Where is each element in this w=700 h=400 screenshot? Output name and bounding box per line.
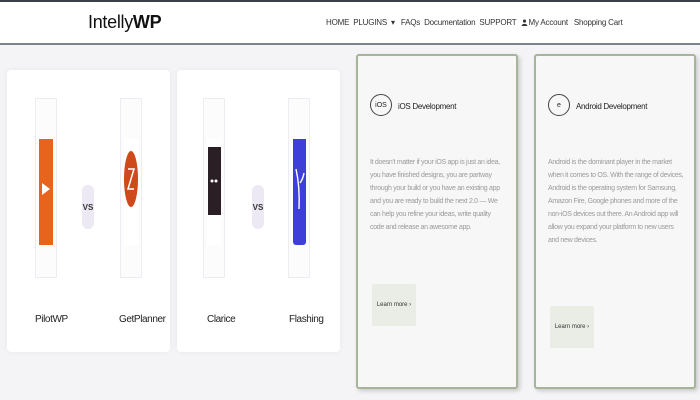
nav-plugins-label: PLUGINS	[353, 18, 387, 27]
plugin-name-left[interactable]: Clarice	[207, 314, 236, 325]
learn-more-button[interactable]: Learn more ›	[550, 306, 594, 348]
service-title: iOS Development	[398, 102, 457, 111]
nav-support[interactable]: SUPPORT	[479, 18, 516, 27]
comparison-card-1[interactable]: VS PilotWP GetPlanner	[7, 70, 170, 352]
flashing-logo	[292, 133, 306, 245]
android-icon: e	[548, 94, 570, 116]
plugin-name-right[interactable]: GetPlanner	[119, 314, 166, 325]
top-navigation-bar: IntellyWP HOME PLUGINS ▾ FAQs Documentat…	[0, 0, 700, 45]
logo-suffix: WP	[132, 12, 162, 32]
service-description: It doesn't matter if your iOS app is jus…	[370, 159, 500, 231]
plugin-name-left[interactable]: PilotWP	[35, 314, 68, 325]
nav-plugins[interactable]: PLUGINS ▾	[353, 18, 397, 27]
plugin-name-right[interactable]: Flashing	[289, 314, 324, 325]
nav-my-account[interactable]: My Account	[521, 18, 570, 27]
vs-badge: VS	[252, 185, 264, 229]
service-card-ios: iOS iOS Development It doesn't matter if…	[356, 54, 518, 389]
plugin-logo-frame	[203, 98, 225, 278]
getplanner-logo	[124, 139, 138, 245]
nav-home[interactable]: HOME	[326, 18, 349, 27]
service-card-android: e Android Development Android is the dom…	[534, 54, 696, 389]
nav-faqs[interactable]: FAQs	[401, 18, 420, 27]
service-title: Android Development	[576, 102, 648, 111]
nav-shopping-cart[interactable]: Shopping Cart	[574, 18, 623, 27]
plugin-logo-frame	[288, 98, 310, 278]
main-menu: HOME PLUGINS ▾ FAQs Documentation SUPPOR…	[326, 18, 624, 27]
clarice-logo	[207, 139, 221, 245]
plugin-logo-frame	[120, 98, 142, 278]
ios-icon: iOS	[370, 94, 392, 116]
user-icon	[521, 19, 527, 26]
intellywp-logo[interactable]: IntellyWP	[88, 12, 162, 33]
chevron-down-icon: ▾	[391, 18, 395, 27]
pilotwp-logo	[39, 139, 53, 245]
nav-my-account-label: My Account	[528, 18, 569, 27]
logo-prefix: Intelly	[88, 12, 133, 32]
vs-badge: VS	[82, 185, 94, 229]
plugin-logo-frame	[35, 98, 57, 278]
comparison-card-2[interactable]: VS Clarice Flashing	[177, 70, 340, 352]
service-description: Android is the dominant player in the ma…	[548, 159, 684, 244]
nav-documentation[interactable]: Documentation	[424, 18, 475, 27]
learn-more-button[interactable]: Learn more ›	[372, 284, 416, 326]
